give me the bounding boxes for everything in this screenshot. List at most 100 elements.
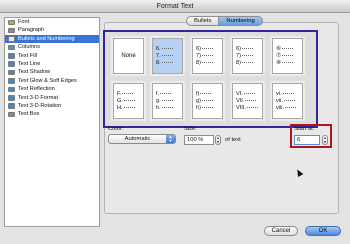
placeholder-line bbox=[285, 107, 297, 108]
placeholder-line bbox=[201, 100, 213, 101]
sidebar-item-font[interactable]: Font bbox=[5, 18, 99, 26]
numbering-marker: viii. bbox=[276, 105, 285, 111]
sidebar-item-text-3-d-format[interactable]: Text 3-D Format bbox=[5, 94, 99, 102]
text-glow-icon bbox=[8, 78, 15, 84]
numbering-marker: f. bbox=[156, 91, 160, 97]
placeholder-line bbox=[201, 55, 213, 56]
start-at-stepper[interactable]: ▲ ▼ bbox=[322, 135, 328, 145]
numbering-marker-line: f) bbox=[196, 91, 213, 98]
numbering-marker: h. bbox=[156, 105, 161, 111]
columns-icon bbox=[8, 44, 15, 51]
tab-bar: Bullets Numbering bbox=[186, 16, 263, 26]
placeholder-line bbox=[246, 107, 258, 108]
numbering-marker-line: 8) bbox=[236, 60, 253, 67]
numbering-style-num-paren[interactable]: 6) 7) 8) bbox=[192, 38, 223, 74]
size-input[interactable]: 100 % bbox=[184, 135, 214, 145]
sidebar-item-text-glow-soft-edges[interactable]: Text Glow & Soft Edges bbox=[5, 77, 99, 85]
numbering-marker-line: VIII. bbox=[236, 105, 258, 112]
tab-numbering[interactable]: Numbering bbox=[218, 16, 263, 26]
sidebar-item-label: Text Reflection bbox=[18, 86, 55, 93]
sidebar-item-label: Text Shadow bbox=[18, 69, 51, 76]
numbering-marker: 7. bbox=[156, 53, 161, 59]
numbering-style-num-period[interactable]: 6. 7. 8. bbox=[152, 38, 183, 74]
numbering-marker: F. bbox=[117, 91, 122, 97]
numbering-marker-line: VI. bbox=[236, 91, 258, 98]
numbering-marker: G. bbox=[117, 98, 123, 104]
sidebar-item-text-fill[interactable]: Text Fill bbox=[5, 52, 99, 60]
start-at-input[interactable]: 6 bbox=[294, 135, 320, 145]
window-title: Format Text bbox=[0, 0, 350, 13]
sidebar-item-text-line[interactable]: Text Line bbox=[5, 60, 99, 68]
sidebar-item-text-shadow[interactable]: Text Shadow bbox=[5, 68, 99, 76]
numbering-marker: VIII. bbox=[236, 105, 246, 111]
numbering-style-num-paren-2[interactable]: 6) 7) 8) bbox=[232, 38, 263, 74]
numbering-style-num-circled[interactable]: ⑥⑦⑧ bbox=[272, 38, 303, 74]
text-box-icon bbox=[8, 111, 15, 118]
paragraph-icon bbox=[8, 27, 15, 34]
numbering-marker-line: 8) bbox=[196, 60, 213, 67]
sidebar-item-text-reflection[interactable]: Text Reflection bbox=[5, 85, 99, 93]
placeholder-line bbox=[161, 48, 173, 49]
numbering-marker-line: 6) bbox=[236, 46, 253, 53]
sidebar-item-label: Text Glow & Soft Edges bbox=[18, 77, 77, 84]
numbering-marker: 7) bbox=[236, 53, 241, 59]
sidebar-item-label: Text Line bbox=[18, 60, 41, 67]
size-suffix: of text bbox=[225, 137, 241, 143]
numbering-marker: VI. bbox=[236, 91, 243, 97]
color-select[interactable]: Automatic ▲ ▼ bbox=[108, 134, 176, 144]
numbering-style-lower-alpha-paren[interactable]: f) g) h) bbox=[192, 83, 223, 119]
placeholder-line bbox=[241, 55, 253, 56]
numbering-marker-line: g) bbox=[196, 98, 213, 105]
size-stepper[interactable]: ▲ ▼ bbox=[215, 135, 221, 145]
placeholder-line bbox=[200, 93, 212, 94]
font-icon bbox=[8, 19, 15, 25]
sidebar-item-bullets-and-numbering[interactable]: Bullets and Numbering bbox=[5, 34, 99, 44]
cancel-button[interactable]: Cancel bbox=[264, 226, 298, 236]
placeholder-line bbox=[243, 93, 255, 94]
sidebar-item-label: Bullets and Numbering bbox=[18, 35, 75, 42]
sidebar-item-label: Paragraph bbox=[18, 27, 45, 34]
numbering-marker: 7) bbox=[196, 53, 201, 59]
sidebar-item-text-3-d-rotation[interactable]: Text 3-D Rotation bbox=[5, 102, 99, 110]
numbering-style-lower-alpha-period[interactable]: f. g. h. bbox=[152, 83, 183, 119]
select-arrows-icon: ▲ ▼ bbox=[166, 135, 175, 143]
numbering-marker-line: vi. bbox=[276, 91, 296, 98]
sidebar-item-columns[interactable]: Columns bbox=[5, 43, 99, 51]
numbering-marker-line: 8. bbox=[156, 60, 173, 67]
placeholder-line bbox=[245, 100, 257, 101]
numbering-marker-line: H. bbox=[117, 105, 135, 112]
numbering-marker-line: 6) bbox=[196, 46, 213, 53]
numbering-marker: 6) bbox=[236, 46, 241, 52]
numbering-marker-line: viii. bbox=[276, 105, 297, 112]
numbering-marker: g. bbox=[156, 98, 161, 104]
numbering-marker-line: 7) bbox=[236, 53, 253, 60]
tab-bullets[interactable]: Bullets bbox=[186, 16, 219, 26]
sidebar-item-text-box[interactable]: Text Box bbox=[5, 110, 99, 118]
numbering-marker: vi. bbox=[276, 91, 282, 97]
numbering-marker: ⑦ bbox=[276, 53, 282, 59]
numbering-style-upper-roman[interactable]: VI. VII. VIII. bbox=[232, 83, 263, 119]
sidebar-item-paragraph[interactable]: Paragraph bbox=[5, 26, 99, 34]
numbering-marker: ⑥ bbox=[276, 46, 282, 52]
numbering-style-upper-alpha[interactable]: F. G. H. bbox=[113, 83, 144, 119]
numbering-marker: H. bbox=[117, 105, 123, 111]
placeholder-line bbox=[241, 48, 253, 49]
numbering-marker: ⑧ bbox=[276, 60, 282, 66]
numbering-marker-line: ⑧ bbox=[276, 60, 294, 67]
placeholder-line bbox=[282, 48, 294, 49]
color-label: Color: bbox=[108, 126, 124, 132]
numbering-marker-line: VII. bbox=[236, 98, 258, 105]
placeholder-line bbox=[161, 107, 173, 108]
ok-button[interactable]: OK bbox=[305, 226, 341, 236]
numbering-marker: g) bbox=[196, 98, 201, 104]
numbering-style-lower-roman[interactable]: vi. vii. viii. bbox=[272, 83, 303, 119]
numbering-marker-line: ⑦ bbox=[276, 53, 294, 60]
numbering-marker-line: g. bbox=[156, 98, 173, 105]
size-label: Size: bbox=[184, 126, 197, 132]
numbering-marker: 8) bbox=[196, 60, 201, 66]
sidebar-item-label: Text 3-D Rotation bbox=[18, 102, 62, 109]
numbering-marker: 6) bbox=[196, 46, 201, 52]
sidebar-item-label: Text 3-D Format bbox=[18, 94, 59, 101]
placeholder-line bbox=[282, 55, 294, 56]
numbering-style-none[interactable]: None bbox=[113, 38, 144, 74]
